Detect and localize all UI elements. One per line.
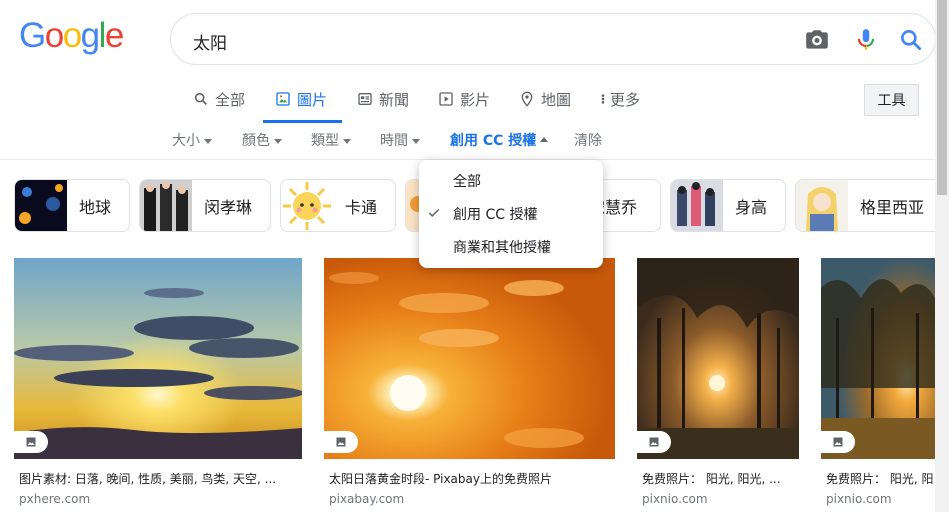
sunset-photo (637, 258, 799, 459)
filter-label: 顏色 (242, 133, 270, 149)
result-image[interactable] (324, 258, 615, 459)
result-image[interactable] (14, 258, 302, 459)
chevron-down-icon (274, 138, 282, 144)
filter-type[interactable]: 類型 (311, 130, 351, 150)
filter-label: 時間 (380, 133, 408, 149)
logo-letter: G (19, 16, 46, 55)
result-image[interactable] (637, 258, 799, 459)
filter-clear[interactable]: 清除 (574, 130, 602, 150)
search-icon (194, 92, 207, 105)
filter-label: 類型 (311, 133, 339, 149)
search-icon[interactable] (898, 27, 924, 53)
tab-label: 圖片 (297, 90, 328, 109)
result-source[interactable]: pixabay.com (324, 492, 615, 506)
tab-maps[interactable]: 地圖 (519, 88, 571, 110)
filter-license[interactable]: 創用 CC 授權 (450, 130, 549, 150)
chip-label: 闵孝琳 (204, 197, 253, 217)
tab-label: 全部 (215, 90, 246, 109)
sunset-photo (821, 258, 935, 459)
tab-label: 影片 (460, 90, 491, 109)
filter-label: 大小 (172, 133, 200, 149)
sunset-photo (324, 258, 615, 459)
image-result[interactable]: 图片素材: 日落, 晚间, 性质, 美丽, 鸟类, 天空, ... pxhere… (14, 258, 302, 506)
chevron-down-icon (412, 138, 420, 144)
news-icon (358, 93, 372, 105)
sunset-photo (14, 258, 302, 459)
tab-more[interactable]: 更多 (599, 88, 640, 110)
related-chip[interactable]: 闵孝琳 (139, 179, 271, 232)
image-result[interactable]: 免费照片： 阳光, 阳光, ... pixnio.com (637, 258, 799, 506)
filter-time[interactable]: 時間 (380, 130, 420, 150)
logo-letter: o (44, 16, 64, 55)
microphone-icon[interactable] (853, 27, 879, 53)
image-badge (14, 431, 48, 453)
image-badge (637, 431, 671, 453)
image-icon (833, 437, 843, 447)
tools-button[interactable]: 工具 (864, 84, 919, 116)
search-input[interactable]: 太阳 (193, 29, 227, 54)
license-option-commercial[interactable]: 商業和其他授權 (453, 237, 551, 257)
chip-thumbnail (281, 180, 333, 231)
logo-letter: o (62, 16, 82, 55)
result-title[interactable]: 免费照片： 阳光, 阳 (821, 470, 935, 487)
related-chip[interactable]: 身高 (670, 179, 786, 232)
google-logo[interactable]: Google (19, 16, 124, 55)
image-icon (649, 437, 659, 447)
active-tab-indicator (263, 120, 342, 123)
tab-label: 地圖 (541, 90, 572, 109)
chevron-up-icon (540, 136, 549, 142)
filter-size[interactable]: 大小 (172, 130, 212, 150)
result-source[interactable]: pixnio.com (821, 492, 935, 506)
chip-label: 卡通 (345, 197, 378, 217)
tab-label: 更多 (610, 90, 641, 109)
result-image[interactable] (821, 258, 935, 459)
more-vert-icon (601, 94, 605, 104)
logo-letter: e (104, 16, 124, 55)
license-option-all[interactable]: 全部 (453, 171, 481, 191)
related-chip[interactable]: 卡通 (280, 179, 396, 232)
tab-all[interactable]: 全部 (193, 88, 245, 110)
check-icon (428, 208, 440, 217)
related-chip[interactable]: 格里西亚 (795, 179, 945, 232)
page-scrollbar[interactable] (935, 0, 949, 512)
chip-label: 地球 (79, 197, 112, 217)
related-chip[interactable]: 地球 (14, 179, 130, 232)
tab-videos[interactable]: 影片 (438, 88, 490, 110)
license-dropdown-menu: 全部 創用 CC 授權 商業和其他授權 (419, 160, 603, 268)
chip-thumbnail (671, 180, 723, 231)
image-badge (324, 431, 358, 453)
image-badge (821, 431, 855, 453)
result-source[interactable]: pxhere.com (14, 492, 302, 506)
license-option-cc[interactable]: 創用 CC 授權 (453, 204, 537, 224)
scrollbar-thumb[interactable] (937, 0, 947, 195)
image-result[interactable]: 太阳日落黄金时段- Pixabay上的免费照片 pixabay.com (324, 258, 615, 506)
result-title[interactable]: 太阳日落黄金时段- Pixabay上的免费照片 (324, 470, 615, 487)
chip-thumbnail (15, 180, 67, 231)
search-box[interactable]: 太阳 (170, 13, 936, 65)
camera-icon[interactable] (804, 27, 830, 53)
tab-images[interactable]: 圖片 (275, 88, 327, 110)
chevron-down-icon (343, 138, 351, 144)
result-title[interactable]: 免费照片： 阳光, 阳光, ... (637, 470, 799, 487)
chip-thumbnail (140, 180, 192, 231)
tab-news[interactable]: 新聞 (357, 88, 409, 110)
filter-label: 創用 CC 授權 (450, 133, 537, 149)
filter-label: 清除 (574, 133, 602, 149)
logo-letter: g (80, 16, 100, 55)
chip-label: 格里西亚 (860, 197, 925, 217)
chevron-down-icon (204, 138, 212, 144)
result-title[interactable]: 图片素材: 日落, 晚间, 性质, 美丽, 鸟类, 天空, ... (14, 470, 302, 487)
tab-label: 新聞 (379, 90, 410, 109)
image-icon (336, 437, 346, 447)
filter-color[interactable]: 顏色 (242, 130, 282, 150)
chip-label: 身高 (735, 197, 768, 217)
map-pin-icon (521, 91, 533, 107)
image-icon (276, 92, 290, 106)
chip-thumbnail (796, 180, 848, 231)
video-icon (439, 92, 453, 106)
image-icon (26, 437, 36, 447)
image-result[interactable]: 免费照片： 阳光, 阳 pixnio.com (821, 258, 935, 506)
result-source[interactable]: pixnio.com (637, 492, 799, 506)
